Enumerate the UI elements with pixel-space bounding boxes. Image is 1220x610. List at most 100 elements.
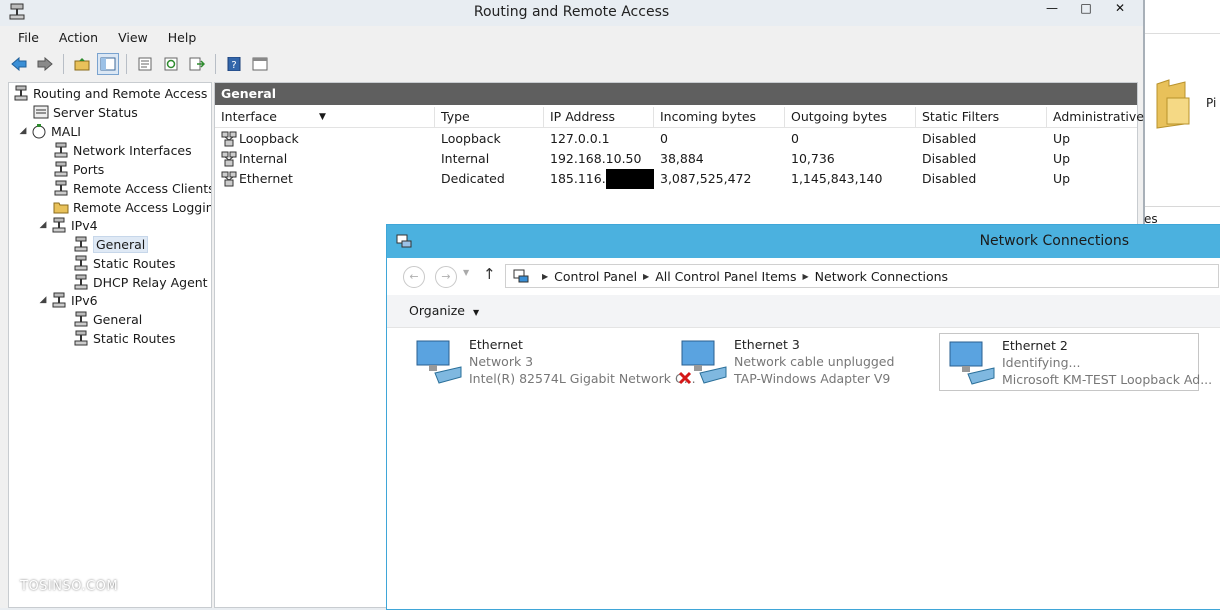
tree-remote-access-logging[interactable]: Remote Access Logging bbox=[53, 198, 211, 216]
adapter-ethernet-2[interactable]: Ethernet 2 Identifying... Microsoft KM-T… bbox=[939, 333, 1212, 391]
column-type[interactable]: Type bbox=[435, 107, 544, 127]
tree-ipv6-static-routes[interactable]: Static Routes bbox=[73, 329, 176, 347]
interface-icon bbox=[221, 131, 237, 147]
menu-view[interactable]: View bbox=[108, 28, 158, 48]
breadcrumb-network-connections[interactable]: Network Connections bbox=[815, 269, 948, 284]
export-list-button[interactable] bbox=[186, 53, 208, 75]
nc-title: Network Connections bbox=[979, 233, 1129, 249]
general-icon bbox=[73, 236, 89, 252]
column-interface-label: Interface bbox=[221, 109, 277, 124]
tree-ipv4-static-routes-label: Static Routes bbox=[93, 255, 176, 271]
breadcrumb[interactable]: ▶ Control Panel ▶ All Control Panel Item… bbox=[505, 264, 1219, 288]
close-button[interactable]: ✕ bbox=[1103, 0, 1137, 18]
tree-remote-access-clients[interactable]: Remote Access Clients ( bbox=[53, 179, 212, 197]
redaction-block bbox=[605, 169, 654, 189]
column-static-filters[interactable]: Static Filters bbox=[916, 107, 1047, 127]
nc-forward-button[interactable]: → bbox=[435, 266, 457, 288]
column-interface[interactable]: Interface ▼ bbox=[215, 107, 435, 127]
organize-button[interactable]: Organize ▼ bbox=[409, 303, 479, 318]
folder-icon bbox=[1156, 79, 1190, 129]
forward-button[interactable] bbox=[34, 53, 56, 75]
cell-administrative: Up bbox=[1053, 171, 1071, 186]
collapse-arrow-icon[interactable]: ◢ bbox=[17, 126, 29, 136]
remote-clients-icon bbox=[53, 180, 69, 196]
tree-server-status[interactable]: Server Status bbox=[33, 103, 138, 121]
tree-ipv4-general[interactable]: General bbox=[73, 235, 149, 253]
adapter-status: Identifying... bbox=[1002, 355, 1081, 370]
column-incoming-bytes[interactable]: Incoming bytes bbox=[654, 107, 785, 127]
static-routes-icon bbox=[73, 255, 89, 271]
ip-address-partial: 185.116. bbox=[550, 171, 606, 186]
nc-back-button[interactable]: ← bbox=[403, 266, 425, 288]
network-connections-icon bbox=[396, 234, 412, 248]
organize-label: Organize bbox=[409, 303, 465, 318]
tree-ipv4-static-routes[interactable]: Static Routes bbox=[73, 254, 176, 272]
command-bar: Organize ▼ bbox=[387, 295, 1220, 328]
properties-button[interactable] bbox=[134, 53, 156, 75]
menu-action[interactable]: Action bbox=[49, 28, 108, 48]
toolbar-separator bbox=[215, 54, 216, 74]
column-ip-address[interactable]: IP Address bbox=[544, 107, 654, 127]
adapter-status: Network cable unplugged bbox=[734, 354, 895, 369]
breadcrumb-control-panel[interactable]: Control Panel bbox=[554, 269, 637, 284]
cell-incoming-bytes: 0 bbox=[660, 131, 668, 146]
background-window: Pi bbox=[1144, 0, 1220, 224]
recent-dropdown-icon[interactable]: ▼ bbox=[463, 268, 469, 277]
tree-ipv6[interactable]: ◢ IPv6 bbox=[37, 291, 98, 309]
breadcrumb-separator-icon: ▶ bbox=[643, 271, 650, 281]
tree-root-label: Routing and Remote Access bbox=[33, 85, 208, 101]
toolbar-separator bbox=[126, 54, 127, 74]
static-routes-icon bbox=[73, 330, 89, 346]
tree-ipv4-label: IPv4 bbox=[71, 217, 98, 233]
tree-ipv4[interactable]: ◢ IPv4 bbox=[37, 216, 98, 234]
table-row[interactable]: Loopback Loopback 127.0.0.1 0 0 Disabled… bbox=[215, 129, 1137, 149]
collapse-arrow-icon[interactable]: ◢ bbox=[37, 295, 49, 305]
tree-ports-label: Ports bbox=[73, 161, 105, 177]
forward-arrow-icon bbox=[37, 57, 53, 71]
tree-dhcp-relay-agent-label: DHCP Relay Agent bbox=[93, 274, 208, 290]
cell-static-filters: Disabled bbox=[922, 151, 977, 166]
tree-remote-access-clients-label: Remote Access Clients ( bbox=[73, 180, 212, 196]
tree-ipv6-general[interactable]: General bbox=[73, 310, 142, 328]
tree-ipv6-static-routes-label: Static Routes bbox=[93, 330, 176, 346]
tree-dhcp-relay-agent[interactable]: DHCP Relay Agent bbox=[73, 273, 208, 291]
tree-server[interactable]: ◢ MALI bbox=[17, 122, 81, 140]
console-tree-button[interactable] bbox=[97, 53, 119, 75]
menu-help[interactable]: Help bbox=[158, 28, 207, 48]
back-button[interactable] bbox=[8, 53, 30, 75]
dhcp-relay-icon bbox=[73, 274, 89, 290]
control-panel-icon bbox=[513, 269, 529, 283]
tree-ipv4-general-label: General bbox=[93, 235, 149, 253]
column-outgoing-bytes[interactable]: Outgoing bytes bbox=[785, 107, 916, 127]
up-folder-button[interactable] bbox=[71, 53, 93, 75]
interface-name: Internal bbox=[239, 151, 288, 166]
table-row[interactable]: Internal Internal 192.168.10.50 38,884 1… bbox=[215, 149, 1137, 169]
tree-ports[interactable]: Ports bbox=[53, 160, 104, 178]
cell-interface: Ethernet bbox=[215, 169, 435, 189]
minimize-button[interactable]: — bbox=[1035, 0, 1069, 18]
cell-ip-address: 192.168.10.50 bbox=[550, 151, 642, 166]
back-arrow-icon bbox=[11, 57, 27, 71]
tree-ipv6-label: IPv6 bbox=[71, 292, 98, 308]
breadcrumb-all-items[interactable]: All Control Panel Items bbox=[655, 269, 796, 284]
refresh-icon bbox=[164, 57, 178, 71]
help-button[interactable]: ? bbox=[223, 53, 245, 75]
table-row[interactable]: Ethernet Dedicated 185.116. 3,087,525,47… bbox=[215, 169, 1137, 189]
adapter-ethernet-3[interactable]: Ethernet 3 Network cable unplugged TAP-W… bbox=[672, 333, 930, 389]
column-administrative[interactable]: Administrative bbox=[1047, 107, 1144, 127]
tree-root[interactable]: Routing and Remote Access bbox=[13, 84, 207, 102]
network-adapter-icon bbox=[416, 340, 462, 384]
tree-network-interfaces[interactable]: Network Interfaces bbox=[53, 141, 192, 159]
cell-type: Dedicated bbox=[441, 171, 505, 186]
menu-file[interactable]: File bbox=[8, 28, 49, 48]
refresh-button[interactable] bbox=[160, 53, 182, 75]
network-adapter-icon bbox=[949, 341, 995, 385]
maximize-button[interactable]: □ bbox=[1069, 0, 1103, 18]
up-arrow-icon[interactable]: ↑ bbox=[483, 265, 496, 283]
console-tree: Routing and Remote Access Server Status … bbox=[8, 82, 212, 608]
server-icon bbox=[31, 123, 47, 139]
adapter-ethernet[interactable]: Ethernet Network 3 Intel(R) 82574L Gigab… bbox=[407, 333, 696, 389]
collapse-arrow-icon[interactable]: ◢ bbox=[37, 220, 49, 230]
properties-icon bbox=[138, 57, 152, 71]
show-hide-button[interactable] bbox=[249, 53, 271, 75]
